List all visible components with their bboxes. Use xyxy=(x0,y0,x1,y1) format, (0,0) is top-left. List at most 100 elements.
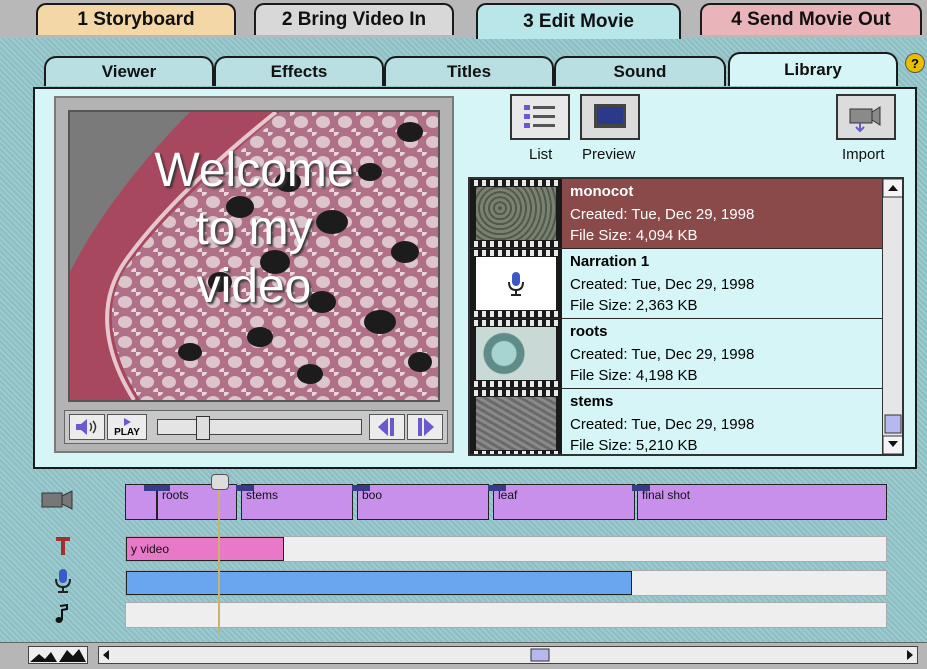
volume-button[interactable] xyxy=(69,414,105,440)
zoom-mountains-icon xyxy=(30,649,86,662)
scroll-right-icon xyxy=(907,650,913,660)
item-name: roots xyxy=(570,323,608,340)
clip-marker xyxy=(352,485,370,491)
list-view-button[interactable] xyxy=(510,94,570,140)
film-holes-bottom xyxy=(470,381,562,387)
video-preview-screen[interactable]: Welcome to my video xyxy=(68,110,440,402)
tab-bring-video-in[interactable]: 2 Bring Video In xyxy=(254,3,454,35)
film-holes-top xyxy=(470,180,562,186)
tab-storyboard[interactable]: 1 Storyboard xyxy=(36,3,236,35)
step-tab-bar: 1 Storyboard 2 Bring Video In 3 Edit Mov… xyxy=(0,0,927,39)
tab-sound-label: Sound xyxy=(613,62,667,81)
tab-sound[interactable]: Sound xyxy=(554,56,726,86)
library-item[interactable]: roots Created: Tue, Dec 29, 1998 File Si… xyxy=(470,319,882,389)
music-track xyxy=(125,602,887,628)
scroll-left-icon xyxy=(103,650,109,660)
import-button[interactable] xyxy=(836,94,896,140)
title-track-icon xyxy=(55,535,71,563)
imovie-window: 1 Storyboard 2 Bring Video In 3 Edit Mov… xyxy=(0,0,927,669)
item-name: Narration 1 xyxy=(570,253,650,270)
narration-track-icon xyxy=(54,568,72,600)
letter-t-icon xyxy=(56,537,70,555)
title-track: y video xyxy=(125,536,887,562)
film-holes-top xyxy=(470,390,562,396)
tab-library[interactable]: Library xyxy=(728,52,898,86)
list-icon xyxy=(524,105,555,128)
caption-line-1: Welcome xyxy=(154,144,354,197)
clip-marker xyxy=(488,485,506,491)
clip-marker xyxy=(152,485,170,491)
timeline: roots stems boo leaf final shot y video xyxy=(95,478,892,638)
narration-thumbnail-image xyxy=(476,257,556,310)
tab-library-label: Library xyxy=(784,60,842,79)
playhead-handle[interactable] xyxy=(211,474,229,490)
play-label: PLAY xyxy=(114,426,140,438)
video-clip[interactable]: final shot xyxy=(632,484,887,520)
narration-clip[interactable] xyxy=(126,571,632,595)
item-file-size: File Size: 2,363 KB xyxy=(570,297,698,314)
library-scrollbar[interactable] xyxy=(882,179,902,454)
timeline-footer xyxy=(0,642,927,669)
playhead xyxy=(218,478,220,634)
tab-viewer[interactable]: Viewer xyxy=(44,56,214,86)
tab-edit-movie-label: 3 Edit Movie xyxy=(523,11,634,32)
film-holes-bottom xyxy=(470,311,562,317)
play-button[interactable]: PLAY xyxy=(107,414,147,440)
speaker-icon xyxy=(76,419,97,435)
library-item[interactable]: stems Created: Tue, Dec 29, 1998 File Si… xyxy=(470,389,882,454)
preview-view-button[interactable] xyxy=(580,94,640,140)
film-holes-top xyxy=(470,320,562,326)
playback-scrubber[interactable] xyxy=(157,416,362,440)
tab-titles-label: Titles xyxy=(446,62,492,81)
step-forward-icon xyxy=(418,418,434,436)
scrollbar-arrows xyxy=(882,179,902,454)
list-view-label: List xyxy=(529,146,553,163)
item-created: Created: Tue, Dec 29, 1998 xyxy=(570,346,755,363)
microphone-icon xyxy=(508,271,524,296)
stems-thumbnail-image xyxy=(476,397,556,450)
camera-icon xyxy=(41,490,73,510)
monocot-thumbnail-image xyxy=(476,187,556,240)
tab-effects[interactable]: Effects xyxy=(214,56,384,86)
microphone-icon xyxy=(55,569,71,593)
video-title-caption: Welcome to my video xyxy=(70,142,438,316)
tab-effects-label: Effects xyxy=(270,62,328,81)
editor-tab-bar: Viewer Effects Titles Sound Library xyxy=(0,48,927,88)
caption-line-2: to my xyxy=(195,202,313,255)
import-camera-icon xyxy=(849,106,881,133)
film-holes-bottom xyxy=(470,451,562,454)
title-clip[interactable]: y video xyxy=(126,537,284,561)
tab-storyboard-label: 1 Storyboard xyxy=(77,9,195,30)
import-label: Import xyxy=(842,146,885,163)
timeline-scrollbar-arrows xyxy=(103,648,913,662)
tab-titles[interactable]: Titles xyxy=(384,56,554,86)
tab-send-movie-out[interactable]: 4 Send Movie Out xyxy=(700,3,922,35)
music-note-icon xyxy=(55,603,68,623)
library-item[interactable]: monocot Created: Tue, Dec 29, 1998 File … xyxy=(470,179,882,249)
music-track-icon xyxy=(55,603,69,630)
help-icon[interactable]: ? xyxy=(905,53,925,73)
item-created: Created: Tue, Dec 29, 1998 xyxy=(570,206,755,223)
step-back-icon xyxy=(378,418,394,436)
tab-viewer-label: Viewer xyxy=(101,62,157,81)
library-item[interactable]: Narration 1 Created: Tue, Dec 29, 1998 F… xyxy=(470,249,882,319)
help-icon-label: ? xyxy=(911,55,919,71)
item-file-size: File Size: 5,210 KB xyxy=(570,437,698,454)
clip-thumbnail xyxy=(470,179,562,248)
caption-line-3: video xyxy=(196,260,312,313)
step-back-button[interactable] xyxy=(369,414,405,440)
video-clip[interactable]: stems xyxy=(236,484,353,520)
timeline-scrollbar[interactable] xyxy=(98,646,918,664)
video-track-icon xyxy=(40,488,76,518)
step-forward-button[interactable] xyxy=(407,414,443,440)
clip-thumbnail xyxy=(470,389,562,454)
video-clip[interactable]: leaf xyxy=(488,484,635,520)
scrubber-thumb[interactable] xyxy=(196,416,210,440)
zoom-control[interactable] xyxy=(28,646,88,664)
video-clip[interactable]: boo xyxy=(352,484,489,520)
tab-edit-movie[interactable]: 3 Edit Movie xyxy=(476,3,681,39)
clip-thumbnail xyxy=(470,249,562,318)
item-created: Created: Tue, Dec 29, 1998 xyxy=(570,276,755,293)
film-holes-top xyxy=(470,250,562,256)
item-name: stems xyxy=(570,393,614,410)
